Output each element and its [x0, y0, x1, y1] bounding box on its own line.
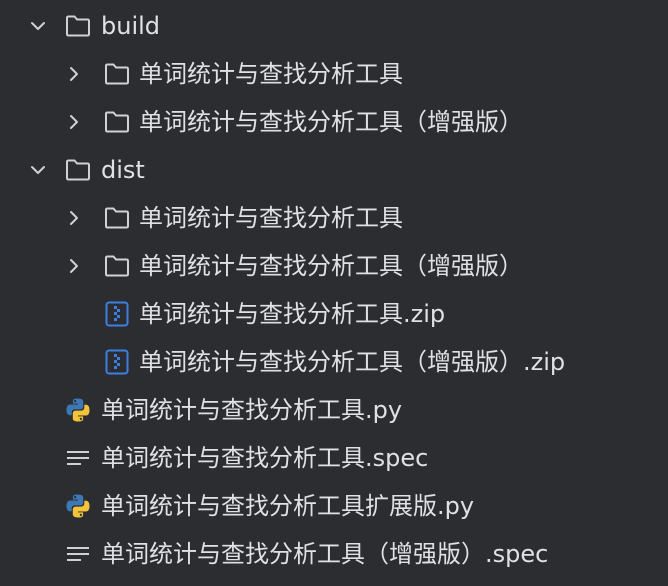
tree-node-file[interactable]: 单词统计与查找分析工具.py [0, 386, 668, 434]
tree-node-file[interactable]: 单词统计与查找分析工具.zip [0, 290, 668, 338]
tree-node-file[interactable]: 单词统计与查找分析工具（增强版）.zip [0, 338, 668, 386]
text-file-icon [64, 540, 92, 568]
project-file-tree: build 单词统计与查找分析工具 单词统计与查找分析工具（增强版） dist [0, 0, 668, 586]
tree-node-label: 单词统计与查找分析工具（增强版）.zip [139, 348, 566, 376]
tree-node-label: 单词统计与查找分析工具（增强版） [139, 252, 523, 280]
zip-archive-icon [103, 300, 131, 328]
tree-node-folder[interactable]: 单词统计与查找分析工具 [0, 194, 668, 242]
folder-icon [64, 156, 92, 184]
tree-node-label: 单词统计与查找分析工具.py [101, 396, 403, 424]
chevron-right-icon[interactable] [64, 208, 84, 228]
tree-node-file[interactable]: 单词统计与查找分析工具.spec [0, 434, 668, 482]
tree-node-folder[interactable]: 单词统计与查找分析工具（增强版） [0, 242, 668, 290]
folder-icon [103, 60, 131, 88]
tree-node-label: dist [101, 156, 145, 184]
zip-archive-icon [103, 348, 131, 376]
folder-icon [64, 12, 92, 40]
text-file-icon [64, 444, 92, 472]
tree-node-label: build [101, 12, 161, 40]
tree-node-dist[interactable]: dist [0, 146, 668, 194]
tree-node-label: 单词统计与查找分析工具（增强版） [139, 108, 523, 136]
tree-node-label: 单词统计与查找分析工具.zip [139, 300, 446, 328]
tree-node-label: 单词统计与查找分析工具 [139, 60, 403, 88]
chevron-right-icon[interactable] [64, 256, 84, 276]
folder-icon [103, 204, 131, 232]
chevron-down-icon[interactable] [28, 16, 48, 36]
folder-icon [103, 108, 131, 136]
chevron-right-icon[interactable] [64, 112, 84, 132]
tree-node-label: 单词统计与查找分析工具扩展版.py [101, 492, 475, 520]
python-file-icon [64, 396, 92, 424]
folder-icon [103, 252, 131, 280]
tree-node-file[interactable]: 单词统计与查找分析工具扩展版.py [0, 482, 668, 530]
tree-node-label: 单词统计与查找分析工具.spec [101, 444, 429, 472]
tree-node-label: 单词统计与查找分析工具 [139, 204, 403, 232]
python-file-icon [64, 492, 92, 520]
tree-node-build[interactable]: build [0, 2, 668, 50]
tree-node-folder[interactable]: 单词统计与查找分析工具（增强版） [0, 98, 668, 146]
chevron-right-icon[interactable] [64, 64, 84, 84]
tree-node-label: 单词统计与查找分析工具（增强版）.spec [101, 540, 549, 568]
tree-node-file[interactable]: 单词统计与查找分析工具（增强版）.spec [0, 530, 668, 578]
chevron-down-icon[interactable] [28, 160, 48, 180]
tree-node-folder[interactable]: 单词统计与查找分析工具 [0, 50, 668, 98]
